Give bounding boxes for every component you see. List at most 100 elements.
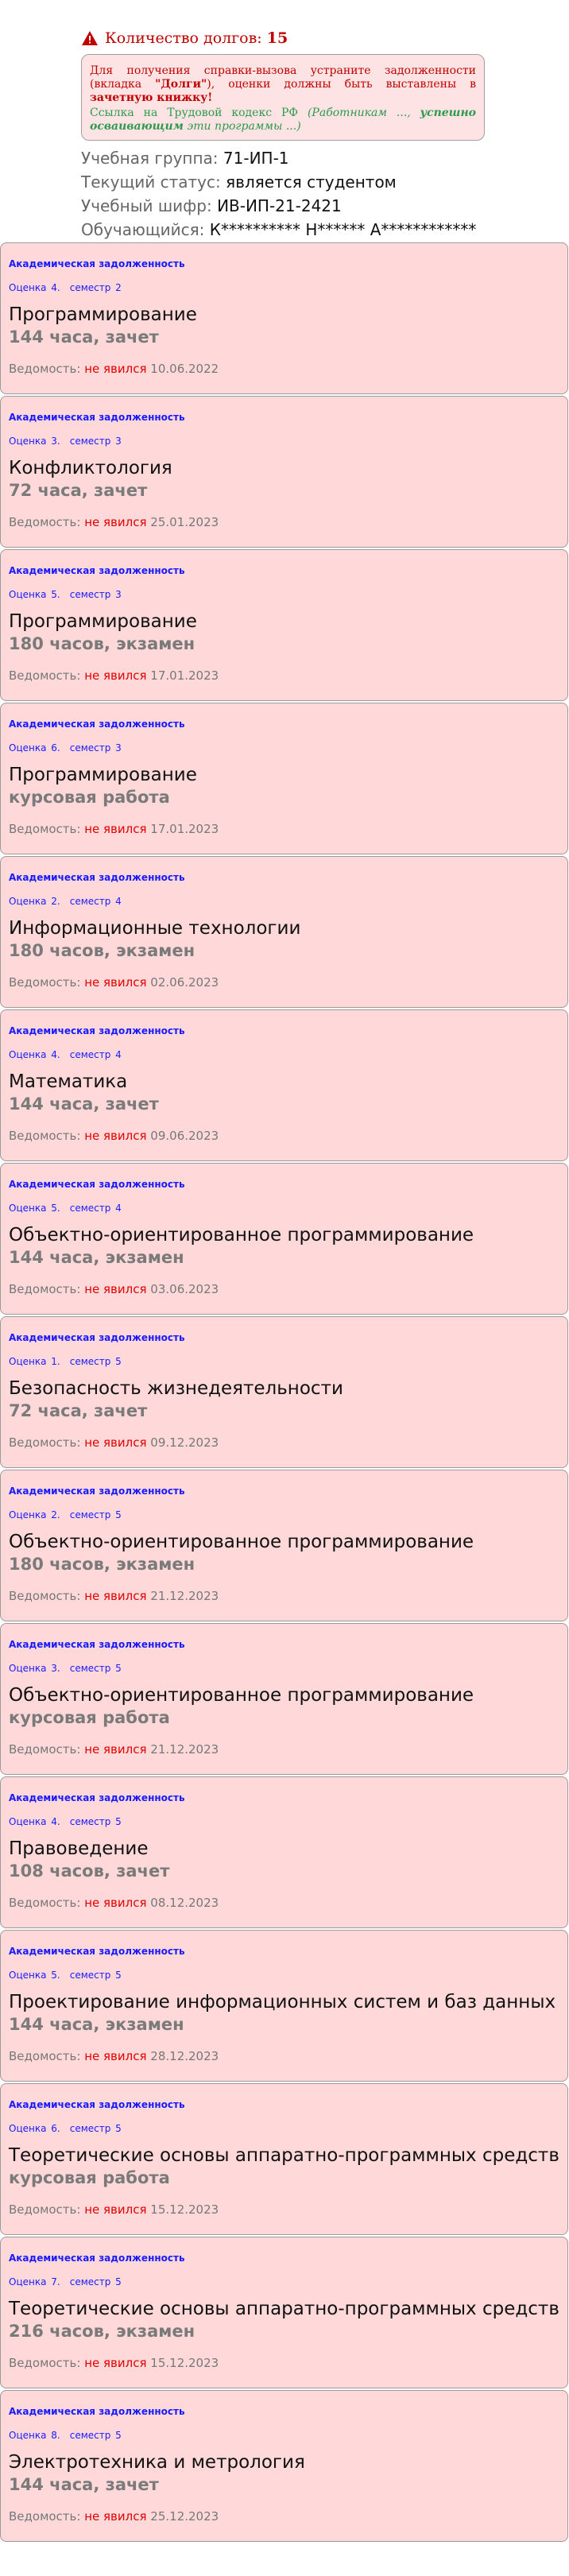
grade-sheet-label: Ведомость: [9, 1896, 81, 1910]
debt-card[interactable]: Академическая задолженность Оценка 6. семе… [0, 703, 568, 854]
discipline-hours: курсовая работа [9, 2168, 170, 2187]
grade-sheet-label: Ведомость: [9, 1589, 81, 1603]
cipher-value: ИВ-ИП-21-2421 [217, 196, 342, 215]
grade-label: Оценка 4. [9, 1049, 60, 1060]
debt-count-value: 15 [266, 29, 288, 47]
discipline-hours: курсовая работа [9, 1708, 170, 1727]
debt-card-list: Академическая задолженность Оценка 4. семе… [0, 242, 569, 2542]
grade-label: Оценка 8. [9, 2430, 60, 2441]
discipline-hours: 144 часа, экзамен [9, 1248, 184, 1267]
grade-sheet-label: Ведомость: [9, 2202, 81, 2217]
absent-status: не явился [84, 2202, 147, 2217]
discipline-hours: 216 часов, экзамен [9, 2322, 195, 2341]
debt-count-label: Количество долгов: [105, 29, 262, 47]
grade-label: Оценка 3. [9, 1663, 60, 1674]
labor-code-quote-start[interactable]: (Работникам ..., [308, 107, 420, 119]
absent-status: не явился [84, 1435, 147, 1450]
absent-status: не явился [84, 975, 147, 990]
discipline-hours: 180 часов, экзамен [9, 941, 195, 960]
absent-status: не явился [84, 1742, 147, 1757]
debt-meta: Оценка 4. семестр 4 [9, 1048, 567, 1061]
cipher-line: Учебный шифр: ИВ-ИП-21-2421 [81, 195, 569, 217]
debt-card[interactable]: Академическая задолженность Оценка 1. семе… [0, 1316, 568, 1468]
grade-sheet-date: 09.06.2023 [150, 1129, 219, 1143]
grade-sheet-date: 15.12.2023 [150, 2356, 219, 2370]
gradebook-text: зачетную книжку! [90, 91, 213, 104]
debt-card[interactable]: Академическая задолженность Оценка 3. семе… [0, 1623, 568, 1775]
debt-kind: Академическая задолженность [9, 1639, 185, 1650]
semester-label: семестр 5 [69, 1970, 122, 1981]
discipline-hours: 144 часа, экзамен [9, 2015, 184, 2034]
labor-code-quote-end[interactable]: эти программы ...) [184, 120, 300, 133]
labor-code-link-text[interactable]: Ссылка на Трудовой кодекс РФ [90, 107, 308, 119]
debt-card[interactable]: Академическая задолженность Оценка 4. семе… [0, 1776, 568, 1928]
debt-kind: Академическая задолженность [9, 2099, 185, 2110]
discipline-title: Математика [9, 1071, 128, 1092]
student-label: Обучающийся: [81, 220, 205, 239]
discipline-title: Объектно-ориентированное программировани… [9, 1225, 474, 1245]
student-line: Обучающийся: К********** Н****** А******… [81, 219, 569, 241]
debt-meta: Оценка 5. семестр 3 [9, 588, 567, 601]
absent-status: не явился [84, 1129, 147, 1143]
absent-status: не явился [84, 1282, 147, 1296]
semester-label: семестр 5 [69, 1356, 122, 1367]
grade-sheet-line: Ведомость: не явился 21.12.2023 [9, 1588, 567, 1604]
absent-status: не явился [84, 515, 147, 529]
status-value: является студентом [226, 172, 397, 192]
cipher-label: Учебный шифр: [81, 196, 212, 215]
debts-tab-name: "Долги" [155, 78, 207, 91]
labor-code-link[interactable]: Ссылка на Трудовой кодекс РФ (Работникам… [90, 107, 476, 134]
grade-sheet-line: Ведомость: не явился 15.12.2023 [9, 2202, 567, 2218]
discipline-hours: 144 часа, зачет [9, 2475, 159, 2494]
debt-card[interactable]: Академическая задолженность Оценка 7. семе… [0, 2237, 568, 2388]
grade-sheet-date: 10.06.2022 [150, 362, 219, 376]
grade-label: Оценка 4. [9, 1816, 60, 1827]
grade-sheet-date: 09.12.2023 [150, 1435, 219, 1450]
debt-meta: Оценка 8. семестр 5 [9, 2429, 567, 2442]
grade-sheet-label: Ведомость: [9, 1129, 81, 1143]
discipline-title: Теоретические основы аппаратно-программн… [9, 2145, 559, 2166]
discipline-hours: курсовая работа [9, 788, 170, 807]
debt-card[interactable]: Академическая задолженность Оценка 5. семе… [0, 1163, 568, 1315]
semester-label: семестр 5 [69, 2276, 122, 2287]
grade-sheet-line: Ведомость: не явился 25.12.2023 [9, 2508, 567, 2524]
grade-sheet-line: Ведомость: не явился 21.12.2023 [9, 1741, 567, 1757]
debt-card[interactable]: Академическая задолженность Оценка 4. семе… [0, 242, 568, 394]
study-group-line: Учебная группа: 71-ИП-1 [81, 147, 569, 169]
discipline-title: Программирование [9, 765, 197, 785]
debt-kind: Академическая задолженность [9, 258, 185, 269]
debt-kind: Академическая задолженность [9, 1179, 185, 1190]
grade-sheet-date: 17.01.2023 [150, 668, 219, 683]
debt-card[interactable]: Академическая задолженность Оценка 8. семе… [0, 2390, 568, 2542]
debt-card[interactable]: Академическая задолженность Оценка 4. семе… [0, 1009, 568, 1161]
debt-meta: Оценка 1. семестр 5 [9, 1355, 567, 1368]
debt-meta: Оценка 6. семестр 3 [9, 742, 567, 754]
grade-label: Оценка 5. [9, 1203, 60, 1214]
discipline-title: Теоретические основы аппаратно-программн… [9, 2299, 559, 2319]
debt-card[interactable]: Академическая задолженность Оценка 3. семе… [0, 396, 568, 548]
grade-label: Оценка 7. [9, 2276, 60, 2287]
grade-sheet-date: 21.12.2023 [150, 1589, 219, 1603]
debt-count-line: Количество долгов: 15 [81, 27, 569, 49]
debt-card[interactable]: Академическая задолженность Оценка 5. семе… [0, 549, 568, 701]
discipline-title: Конфликтология [9, 458, 172, 478]
grade-sheet-line: Ведомость: не явился 09.06.2023 [9, 1128, 567, 1144]
grade-sheet-line: Ведомость: не явился 28.12.2023 [9, 2048, 567, 2064]
semester-label: семестр 5 [69, 2430, 122, 2441]
grade-sheet-label: Ведомость: [9, 362, 81, 376]
debt-meta: Оценка 4. семестр 5 [9, 1815, 567, 1828]
debt-card[interactable]: Академическая задолженность Оценка 2. семе… [0, 856, 568, 1008]
grade-sheet-date: 21.12.2023 [150, 1742, 219, 1757]
debt-kind: Академическая задолженность [9, 1332, 185, 1343]
debt-card[interactable]: Академическая задолженность Оценка 6. семе… [0, 2083, 568, 2235]
grade-label: Оценка 4. [9, 282, 60, 293]
discipline-hours: 108 часов, зачет [9, 1861, 170, 1881]
debt-meta: Оценка 6. семестр 5 [9, 2122, 567, 2135]
grade-sheet-label: Ведомость: [9, 1435, 81, 1450]
grade-sheet-date: 08.12.2023 [150, 1896, 219, 1910]
debt-kind: Академическая задолженность [9, 565, 185, 576]
absent-status: не явился [84, 1896, 147, 1910]
debt-card[interactable]: Академическая задолженность Оценка 2. семе… [0, 1470, 568, 1621]
grade-sheet-label: Ведомость: [9, 1282, 81, 1296]
debt-card[interactable]: Академическая задолженность Оценка 5. семе… [0, 1930, 568, 2082]
